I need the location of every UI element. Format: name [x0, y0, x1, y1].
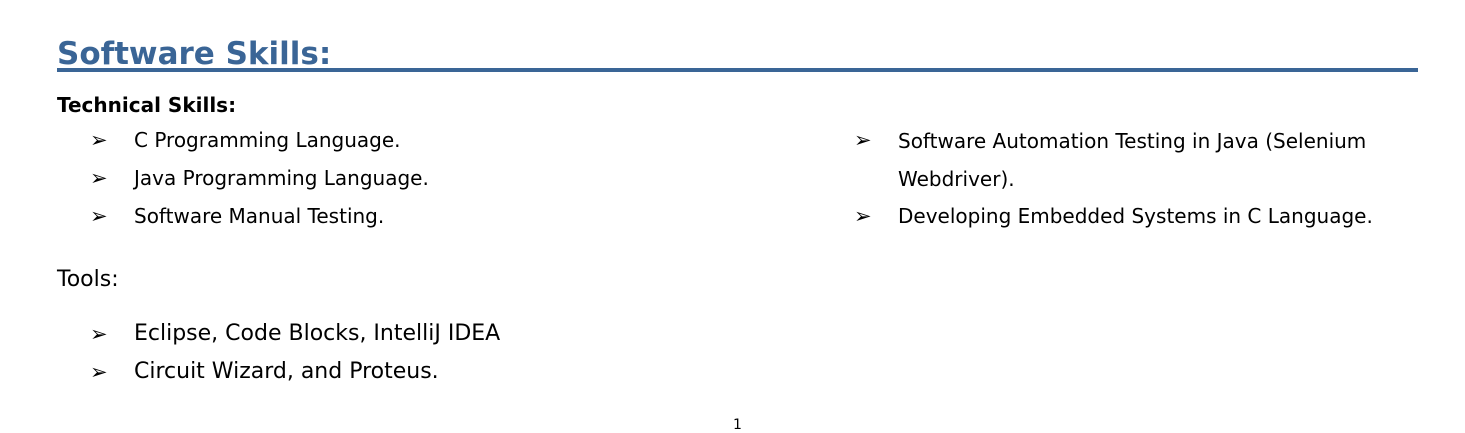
skill-text: C Programming Language. — [134, 128, 401, 152]
arrow-bullet-icon: ➢ — [90, 166, 108, 190]
arrow-bullet-icon: ➢ — [90, 322, 108, 346]
list-item: ➢ Developing Embedded Systems in C Langu… — [854, 198, 1434, 236]
arrow-bullet-icon: ➢ — [854, 204, 872, 228]
technical-skills-list-left: ➢ C Programming Language. ➢ Java Program… — [90, 122, 710, 236]
skill-text: Software Automation Testing in Java (Sel… — [898, 129, 1367, 191]
list-item: ➢ Software Automation Testing in Java (S… — [854, 122, 1434, 198]
list-item: ➢ Java Programming Language. — [90, 160, 710, 198]
skill-text: Java Programming Language. — [134, 166, 429, 190]
list-item: ➢ C Programming Language. — [90, 122, 710, 160]
page-number: 1 — [733, 417, 742, 433]
arrow-bullet-icon: ➢ — [90, 360, 108, 384]
tool-text: Circuit Wizard, and Proteus. — [134, 359, 439, 384]
arrow-bullet-icon: ➢ — [854, 128, 872, 152]
list-item: ➢ Circuit Wizard, and Proteus. — [90, 353, 790, 391]
technical-skills-list-right: ➢ Software Automation Testing in Java (S… — [854, 122, 1434, 236]
list-item: ➢ Eclipse, Code Blocks, IntelliJ IDEA — [90, 315, 790, 353]
arrow-bullet-icon: ➢ — [90, 204, 108, 228]
tools-heading: Tools: — [57, 267, 119, 292]
arrow-bullet-icon: ➢ — [90, 128, 108, 152]
heading-underline — [57, 68, 1418, 72]
tool-text: Eclipse, Code Blocks, IntelliJ IDEA — [134, 321, 501, 346]
skill-text: Developing Embedded Systems in C Languag… — [898, 204, 1373, 228]
tools-list: ➢ Eclipse, Code Blocks, IntelliJ IDEA ➢ … — [90, 315, 790, 391]
skill-text: Software Manual Testing. — [134, 204, 385, 228]
technical-skills-heading: Technical Skills: — [57, 93, 237, 117]
list-item: ➢ Software Manual Testing. — [90, 198, 710, 236]
